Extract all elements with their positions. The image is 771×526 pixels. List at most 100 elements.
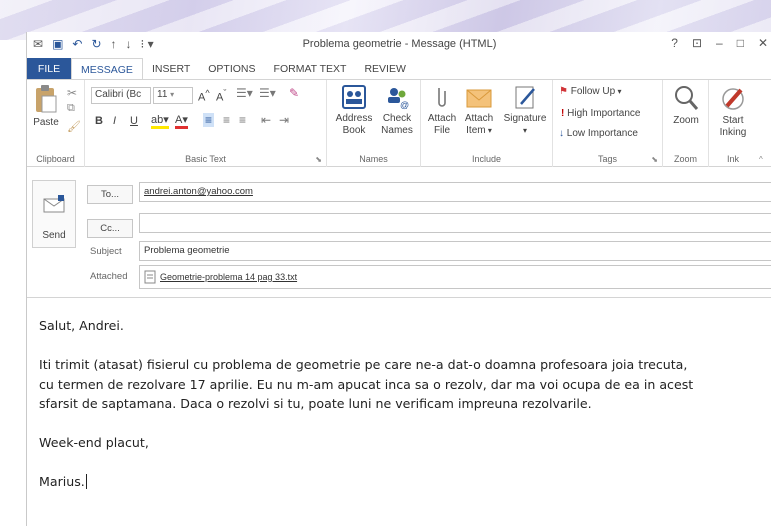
attachment-well: Geometrie-problema 14 pag 33.txt xyxy=(139,265,771,289)
low-importance-button[interactable]: ↓ Low Importance xyxy=(559,128,638,139)
paperclip-icon xyxy=(438,88,446,107)
window-title: Problema geometrie - Message (HTML) xyxy=(302,38,497,50)
bullets-icon[interactable]: ☰▾ xyxy=(236,86,253,100)
address-book-button[interactable]: Address Book xyxy=(333,84,375,137)
numbering-icon[interactable]: ☰▾ xyxy=(259,86,276,100)
start-inking-button[interactable]: Start Inking xyxy=(713,84,753,139)
attach-file-label-1: Attach xyxy=(427,113,457,124)
ribbon-display-icon[interactable]: ⊡ xyxy=(692,36,702,50)
increase-indent-icon[interactable]: ⇥ xyxy=(279,113,289,127)
body-line-2: cu termen de rezolvare 17 aprilie. Eu nu… xyxy=(39,376,694,392)
font-size-select[interactable]: 11 ▾ xyxy=(153,87,193,104)
shrink-font-icon[interactable]: Aˇ xyxy=(216,88,226,104)
font-size-value: 11 xyxy=(157,89,168,100)
high-importance-button[interactable]: ! High Importance xyxy=(561,108,641,119)
grow-font-icon[interactable]: A^ xyxy=(198,88,210,104)
tab-message[interactable]: MESSAGE xyxy=(71,58,143,80)
cut-icon[interactable]: ✂ xyxy=(67,86,77,100)
high-importance-label: High Importance xyxy=(567,108,641,119)
align-left-icon[interactable]: ≡ xyxy=(203,113,215,127)
zoom-label: Zoom xyxy=(673,115,699,126)
signature-button[interactable]: Signature ▾ xyxy=(499,84,551,137)
ink-group: Start Inking Ink ^ xyxy=(709,80,769,167)
attachment-filename: Geometrie-problema 14 pag 33.txt xyxy=(160,271,298,282)
highlight-icon[interactable]: ab▾ xyxy=(151,114,169,129)
attach-file-label-2: File xyxy=(433,125,451,136)
attach-item-label-1: Attach xyxy=(464,113,494,124)
paste-label: Paste xyxy=(33,117,59,128)
window-controls: ? ⊡ – □ ✕ xyxy=(671,36,768,50)
tab-file[interactable]: FILE xyxy=(27,58,71,80)
include-group-label: Include xyxy=(471,154,502,164)
pen-icon xyxy=(722,88,744,110)
names-group: Address Book @ Check Names Names xyxy=(327,80,421,167)
bold-button[interactable]: B xyxy=(95,115,103,127)
copy-icon[interactable]: ⧉ xyxy=(67,102,75,115)
italic-button[interactable]: I xyxy=(113,115,116,127)
help-icon[interactable]: ? xyxy=(671,36,678,50)
start-inking-label-1: Start xyxy=(722,115,744,126)
dialog-launcher-icon[interactable]: ⬊ xyxy=(315,155,322,164)
minimize-icon[interactable]: – xyxy=(716,36,723,50)
send-button[interactable]: Send xyxy=(32,180,76,248)
signature-label: Signature xyxy=(503,113,547,124)
follow-up-button[interactable]: ⚑ Follow Up ▾ xyxy=(559,86,621,97)
flag-icon: ⚑ xyxy=(559,86,568,97)
tab-format-text[interactable]: FORMAT TEXT xyxy=(265,58,356,80)
basic-text-group: Calibri (Bc 11 ▾ A^ Aˇ ☰▾ ☰▾ ✎ B I U ab▾… xyxy=(85,80,327,167)
align-right-icon[interactable]: ≡ xyxy=(239,113,246,127)
zoom-group-label: Zoom xyxy=(673,154,697,164)
chevron-down-icon: ▾ xyxy=(615,87,622,96)
message-window: ✉ ▣ ↶ ↻ ↑ ↓ ⁝ ▾ Problema geometrie - Mes… xyxy=(26,32,771,526)
follow-up-label: Follow Up xyxy=(570,86,616,97)
font-name-select[interactable]: Calibri (Bc xyxy=(91,87,151,104)
decrease-indent-icon[interactable]: ⇤ xyxy=(261,113,271,127)
to-button[interactable]: To... xyxy=(87,185,133,204)
start-inking-label-2: Inking xyxy=(719,127,747,138)
cc-field[interactable] xyxy=(139,213,771,233)
attach-item-button[interactable]: Attach Item ▾ xyxy=(461,84,497,137)
dialog-launcher-icon[interactable]: ⬊ xyxy=(651,155,658,164)
text-file-icon xyxy=(144,270,156,284)
attach-file-button[interactable]: Attach File xyxy=(425,84,459,137)
to-field[interactable]: andrei.anton@yahoo.com xyxy=(139,182,771,202)
address-book-label-1: Address xyxy=(335,113,373,124)
subject-field[interactable]: Problema geometrie xyxy=(139,241,771,261)
chevron-down-icon: ▾ xyxy=(522,126,527,135)
ribbon: Paste ✂ ⧉ 🖌 Clipboard Calibri (Bc 11 ▾ A… xyxy=(27,79,771,167)
close-icon[interactable]: ✕ xyxy=(758,36,768,50)
underline-button[interactable]: U xyxy=(130,115,138,127)
maximize-icon[interactable]: □ xyxy=(737,36,744,50)
chevron-down-icon: ▾ xyxy=(485,126,492,135)
format-painter-icon[interactable]: 🖌 xyxy=(67,120,81,133)
tab-options[interactable]: OPTIONS xyxy=(199,58,264,80)
paste-button[interactable]: Paste xyxy=(31,84,61,129)
check-names-button[interactable]: @ Check Names xyxy=(377,84,417,137)
attachment-item[interactable]: Geometrie-problema 14 pag 33.txt xyxy=(144,266,771,288)
tab-insert[interactable]: INSERT xyxy=(143,58,199,80)
tags-group-label: Tags xyxy=(597,154,617,164)
collapse-ribbon-icon[interactable]: ^ xyxy=(759,155,763,164)
zoom-button[interactable]: Zoom xyxy=(667,84,705,127)
signature-line: Marius. xyxy=(39,472,771,492)
title-bar: ✉ ▣ ↶ ↻ ↑ ↓ ⁝ ▾ Problema geometrie - Mes… xyxy=(27,32,771,58)
names-group-label: Names xyxy=(359,154,388,164)
magnifier-icon xyxy=(675,86,699,110)
message-body[interactable]: Salut, Andrei. Iti trimit (atasat) fisie… xyxy=(27,297,771,526)
attached-label: Attached xyxy=(90,271,128,282)
down-arrow-icon: ↓ xyxy=(559,128,564,139)
font-color-icon[interactable]: A▾ xyxy=(175,114,188,129)
clear-formatting-icon[interactable]: ✎ xyxy=(289,86,299,100)
cc-button[interactable]: Cc... xyxy=(87,219,133,238)
align-center-icon[interactable]: ≡ xyxy=(223,113,230,127)
chevron-down-icon: ▾ xyxy=(170,90,175,99)
address-book-icon xyxy=(342,85,366,109)
subject-label: Subject xyxy=(90,246,122,257)
tab-review[interactable]: REVIEW xyxy=(355,58,414,80)
body-line-1: Iti trimit (atasat) fisierul cu problema… xyxy=(39,357,688,372)
attach-item-label-2: Item xyxy=(466,125,486,136)
send-label: Send xyxy=(42,230,66,241)
exclamation-icon: ! xyxy=(561,108,565,119)
